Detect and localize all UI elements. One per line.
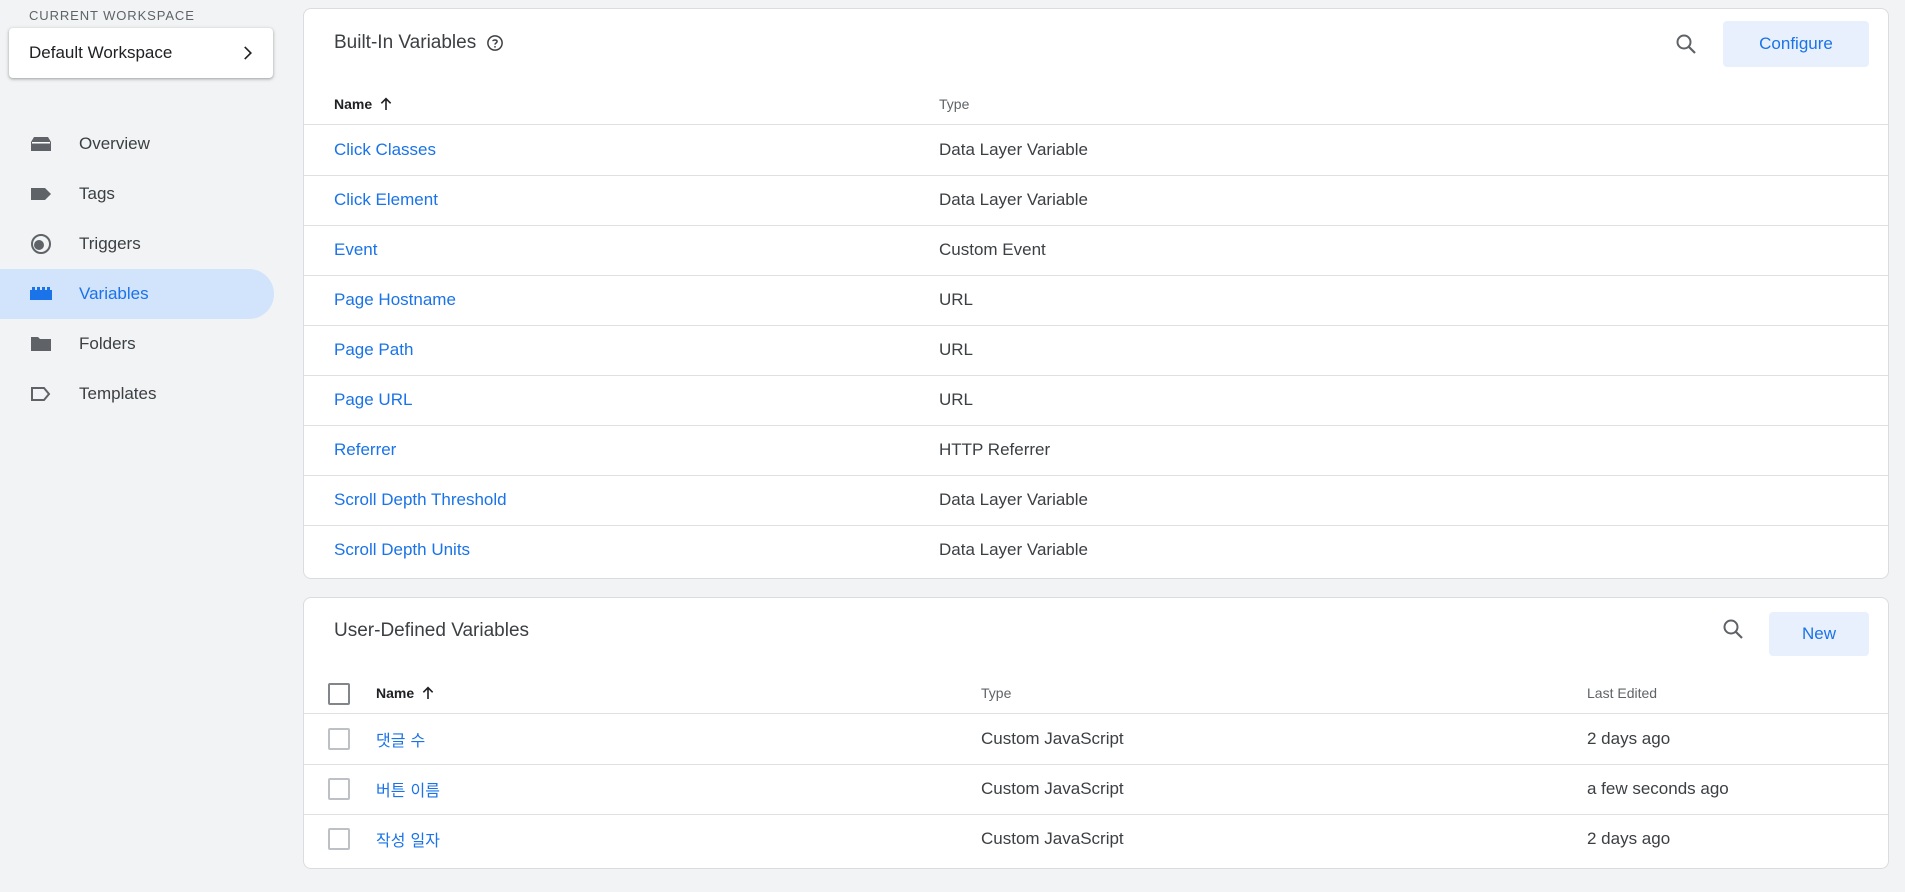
builtin-variables-title: Built-In Variables: [334, 32, 477, 53]
table-row: 작성 일자 Custom JavaScript 2 days ago: [304, 814, 1888, 864]
search-icon: [1723, 619, 1743, 639]
sidebar-item-variables[interactable]: Variables: [0, 269, 274, 319]
builtin-search-button[interactable]: [1670, 28, 1702, 60]
column-header-type: Type: [939, 96, 970, 112]
sidebar-item-label: Folders: [79, 334, 136, 353]
row-checkbox[interactable]: [328, 828, 350, 850]
builtin-table-header: Name Type: [304, 84, 1888, 125]
variable-type: Data Layer Variable: [939, 490, 1088, 509]
table-row: Click Classes Data Layer Variable: [304, 125, 1888, 176]
sidebar-item-label: Variables: [79, 284, 149, 303]
sidebar: CURRENT WORKSPACE Default Workspace Over…: [0, 0, 284, 892]
column-header-type: Type: [981, 685, 1012, 701]
variable-name-link[interactable]: Page Path: [334, 325, 413, 375]
sidebar-item-label: Overview: [79, 134, 150, 153]
sidebar-item-label: Tags: [79, 184, 115, 203]
variable-name-link[interactable]: Click Classes: [334, 125, 436, 175]
user-defined-table-header: Name Type Last Edited: [304, 673, 1888, 714]
variable-name-link[interactable]: Scroll Depth Threshold: [334, 475, 507, 525]
variable-type: HTTP Referrer: [939, 440, 1051, 459]
trigger-icon: [29, 232, 53, 256]
variable-name-link[interactable]: Event: [334, 225, 377, 275]
variable-name-link[interactable]: Referrer: [334, 425, 396, 475]
user-defined-variables-title: User-Defined Variables: [334, 620, 530, 641]
tag-icon: [29, 182, 53, 206]
sidebar-item-label: Templates: [79, 384, 157, 403]
sidebar-nav: Overview Tags Triggers Variables Folders: [0, 119, 274, 419]
last-edited: 2 days ago: [1587, 729, 1671, 748]
arrow-up-icon: [378, 96, 394, 112]
variables-icon: [29, 282, 53, 306]
variable-type: Custom JavaScript: [981, 729, 1124, 748]
column-header-name[interactable]: Name: [334, 84, 394, 124]
variable-name-link[interactable]: 작성 일자: [376, 814, 440, 864]
row-checkbox[interactable]: [328, 778, 350, 800]
table-row: Event Custom Event: [304, 225, 1888, 276]
variable-type: URL: [939, 290, 974, 309]
table-row: Referrer HTTP Referrer: [304, 425, 1888, 476]
builtin-variables-card: Built-In Variables Configure Name Type C…: [303, 8, 1889, 579]
sidebar-item-templates[interactable]: Templates: [0, 369, 274, 419]
current-workspace-label: CURRENT WORKSPACE: [29, 8, 195, 23]
table-row: Scroll Depth Threshold Data Layer Variab…: [304, 475, 1888, 526]
builtin-variables-header: Built-In Variables: [334, 32, 504, 54]
sidebar-item-overview[interactable]: Overview: [0, 119, 274, 169]
user-defined-variables-card: User-Defined Variables New Name Type Las…: [303, 597, 1889, 869]
last-edited: 2 days ago: [1587, 829, 1671, 848]
sidebar-item-triggers[interactable]: Triggers: [0, 219, 274, 269]
sidebar-item-tags[interactable]: Tags: [0, 169, 274, 219]
variable-type: URL: [939, 390, 974, 409]
variable-type: URL: [939, 340, 974, 359]
overview-icon: [29, 132, 53, 156]
user-defined-search-button[interactable]: [1717, 613, 1749, 645]
arrow-up-icon: [420, 685, 436, 701]
table-row: Scroll Depth Units Data Layer Variable: [304, 525, 1888, 575]
variable-name-link[interactable]: Page URL: [334, 375, 412, 425]
variable-name-link[interactable]: 버튼 이름: [376, 764, 440, 814]
variable-type: Custom Event: [939, 240, 1046, 259]
table-row: Click Element Data Layer Variable: [304, 175, 1888, 226]
variable-name-link[interactable]: Page Hostname: [334, 275, 456, 325]
column-header-name[interactable]: Name: [376, 673, 436, 713]
search-icon: [1676, 34, 1696, 54]
last-edited: a few seconds ago: [1587, 779, 1729, 798]
template-icon: [29, 382, 53, 406]
select-all-checkbox[interactable]: [328, 683, 350, 705]
column-header-label: Name: [376, 685, 415, 701]
variable-type: Custom JavaScript: [981, 829, 1124, 848]
table-row: 댓글 수 Custom JavaScript 2 days ago: [304, 714, 1888, 765]
column-header-label: Name: [334, 96, 373, 112]
table-row: Page Path URL: [304, 325, 1888, 376]
new-variable-button[interactable]: New: [1769, 612, 1869, 656]
table-row: Page URL URL: [304, 375, 1888, 426]
workspace-selector[interactable]: Default Workspace: [9, 28, 273, 78]
table-row: 버튼 이름 Custom JavaScript a few seconds ag…: [304, 764, 1888, 815]
variable-type: Data Layer Variable: [939, 540, 1088, 559]
variable-name-link[interactable]: Click Element: [334, 175, 438, 225]
workspace-name: Default Workspace: [29, 43, 173, 62]
variable-name-link[interactable]: Scroll Depth Units: [334, 525, 470, 575]
help-icon[interactable]: [486, 34, 504, 52]
configure-button[interactable]: Configure: [1723, 21, 1869, 67]
chevron-right-icon: [237, 43, 257, 63]
folder-icon: [29, 332, 53, 356]
column-header-last-edited: Last Edited: [1587, 685, 1658, 701]
table-row: Page Hostname URL: [304, 275, 1888, 326]
variable-type: Data Layer Variable: [939, 190, 1088, 209]
variable-type: Custom JavaScript: [981, 779, 1124, 798]
row-checkbox[interactable]: [328, 728, 350, 750]
sidebar-item-label: Triggers: [79, 234, 141, 253]
variable-name-link[interactable]: 댓글 수: [376, 714, 425, 764]
sidebar-item-folders[interactable]: Folders: [0, 319, 274, 369]
variable-type: Data Layer Variable: [939, 140, 1088, 159]
